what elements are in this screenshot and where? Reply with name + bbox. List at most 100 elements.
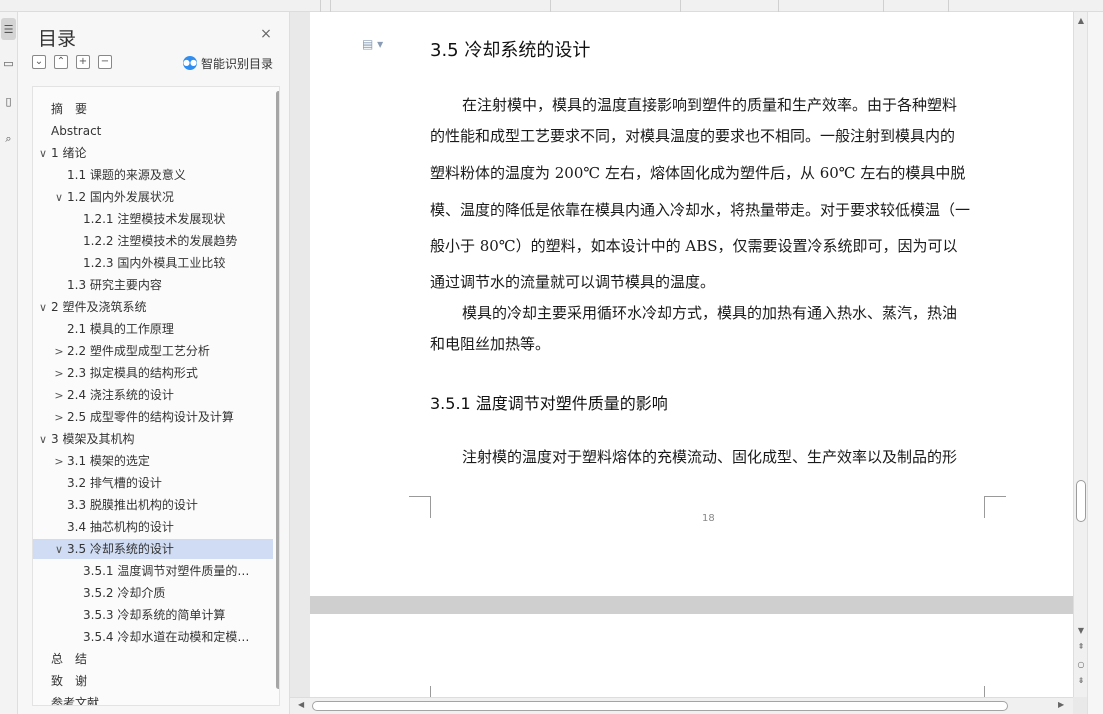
toc-item[interactable]: >2.2 塑件成型成型工艺分析: [33, 341, 273, 361]
toc-item[interactable]: ∨ 1.2 国内外发展状况: [33, 187, 273, 207]
ruler-mark: [330, 0, 331, 12]
chevron-down-icon[interactable]: ∨: [37, 144, 49, 163]
toc-list: 摘 要 Abstract ∨ 1 绪论 1.1 课题的来源及意义 ∨ 1.2 国内外发展状况…: [32, 86, 280, 706]
toc-item[interactable]: 2.1 模具的工作原理: [33, 319, 273, 339]
toc-item[interactable]: 3.4 抽芯机构的设计: [33, 517, 273, 537]
toc-item-label: 2.4 浇注系统的设计: [67, 388, 174, 402]
page-separator: [310, 596, 1073, 614]
chevron-right-icon[interactable]: >: [53, 452, 65, 471]
chevron-down-icon[interactable]: ∨: [53, 188, 65, 207]
scroll-down-icon[interactable]: ▼: [1076, 626, 1086, 635]
ruler-mark: [948, 0, 949, 12]
toc-item[interactable]: 参考文献: [33, 693, 273, 706]
document-vertical-scrollbar[interactable]: ▲ ▼ ⇞ ○ ⇟: [1073, 12, 1087, 697]
horizontal-scroll-thumb[interactable]: [312, 701, 1008, 711]
toc-item-label: 2.3 拟定模具的结构形式: [67, 366, 198, 380]
chevron-down-icon[interactable]: ∨: [37, 430, 49, 449]
scroll-up-icon[interactable]: ▲: [1076, 16, 1086, 25]
paragraph-line: 通过调节水的流量就可以调节模具的温度。: [430, 273, 716, 291]
toc-item[interactable]: 3.5.2 冷却介质: [33, 583, 273, 603]
ruler-mark: [320, 0, 321, 12]
bookmark-view-icon[interactable]: ▯: [1, 90, 16, 112]
toc-item[interactable]: ∨ 1 绪论: [33, 143, 273, 163]
ruler-mark: [550, 0, 551, 12]
scroll-left-icon[interactable]: ◀: [298, 700, 304, 709]
toc-item-label: 1.2.1 注塑模技术发展现状: [83, 212, 226, 226]
chevron-right-icon[interactable]: >: [53, 342, 65, 361]
crop-mark: [984, 686, 985, 697]
toc-item[interactable]: >3.1 模架的选定: [33, 451, 273, 471]
ruler-mark: [883, 0, 884, 12]
toc-item[interactable]: 1.2.1 注塑模技术发展现状: [33, 209, 273, 229]
scroll-right-icon[interactable]: ▶: [1058, 700, 1064, 709]
toc-item-label: 3.1 模架的选定: [67, 454, 150, 468]
toc-item-label: 摘 要: [51, 102, 88, 116]
page-number: 18: [702, 513, 715, 524]
crop-mark: [409, 496, 431, 518]
prev-page-icon[interactable]: ⇞: [1076, 642, 1086, 651]
toc-item[interactable]: 致 谢: [33, 671, 273, 691]
toc-item-label: 1.1 课题的来源及意义: [67, 168, 186, 182]
chevron-down-icon[interactable]: ∨: [53, 540, 65, 559]
pages-view-icon[interactable]: ▭: [1, 52, 16, 74]
next-page-icon[interactable]: ⇟: [1076, 676, 1086, 685]
expand-down-icon[interactable]: ⌄: [32, 55, 46, 69]
smart-recognize-button[interactable]: ●● 智能识别目录: [183, 55, 273, 71]
toc-scrollbar[interactable]: [276, 91, 279, 689]
document-area: ▤ ▾ 3.5 冷却系统的设计 在注射模中，模具的温度直接影响到塑件的质量和生产…: [290, 12, 1073, 697]
toc-item-label: 3 模架及其机构: [51, 432, 135, 446]
toc-item-label: 3.4 抽芯机构的设计: [67, 520, 174, 534]
toc-item[interactable]: 3.3 脱膜推出机构的设计: [33, 495, 273, 515]
toc-item[interactable]: Abstract: [33, 121, 273, 141]
toc-item-label: 3.5.1 温度调节对塑件质量的…: [83, 564, 250, 578]
toc-item[interactable]: ∨ 3.5 冷却系统的设计: [33, 539, 273, 559]
section-heading: 3.5 冷却系统的设计: [430, 40, 591, 61]
toc-item[interactable]: 摘 要: [33, 99, 273, 119]
toc-item[interactable]: 1.3 研究主要内容: [33, 275, 273, 295]
toc-item-label: 2.2 塑件成型成型工艺分析: [67, 344, 210, 358]
add-heading-icon[interactable]: +: [76, 55, 90, 69]
toc-item[interactable]: 1.2.3 国内外模具工业比较: [33, 253, 273, 273]
chevron-down-icon[interactable]: ∨: [37, 298, 49, 317]
paragraph-line: 模、温度的降低是依靠在模具内通入冷却水，将热量带走。对于要求较低模温（一: [430, 201, 971, 219]
document-horizontal-scrollbar[interactable]: ◀ ▶: [290, 697, 1073, 714]
toc-item[interactable]: >2.4 浇注系统的设计: [33, 385, 273, 405]
toc-item-label: 2.1 模具的工作原理: [67, 322, 174, 336]
top-ruler: [0, 0, 1103, 12]
collapse-up-icon[interactable]: ⌃: [54, 55, 68, 69]
toc-item-label: 1.2.3 国内外模具工业比较: [83, 256, 226, 270]
subsection-heading: 3.5.1 温度调节对塑件质量的影响: [430, 394, 668, 413]
remove-heading-icon[interactable]: −: [98, 55, 112, 69]
toc-item-label: 3.5.4 冷却水道在动模和定模…: [83, 630, 250, 644]
page-select-icon[interactable]: ○: [1076, 660, 1086, 669]
smart-recognize-label: 智能识别目录: [201, 56, 274, 71]
chevron-right-icon[interactable]: >: [53, 386, 65, 405]
toc-item-label: 3.3 脱膜推出机构的设计: [67, 498, 198, 512]
toc-item[interactable]: ∨ 2 塑件及浇筑系统: [33, 297, 273, 317]
ruler-mark: [778, 0, 779, 12]
toc-item-label: 参考文献: [51, 696, 100, 706]
toc-item[interactable]: 1.1 课题的来源及意义: [33, 165, 273, 185]
toc-item[interactable]: >2.3 拟定模具的结构形式: [33, 363, 273, 383]
toc-item[interactable]: 总 结: [33, 649, 273, 669]
toc-panel: 目录 × ⌄ ⌃ + − ●● 智能识别目录 摘 要 Abstract ∨ 1 绪论 1…: [18, 12, 290, 714]
scroll-thumb[interactable]: [1076, 480, 1086, 522]
toc-item[interactable]: 3.2 排气槽的设计: [33, 473, 273, 493]
toc-item-label: 3.5.3 冷却系统的简单计算: [83, 608, 226, 622]
toc-view-icon[interactable]: ☰: [1, 18, 16, 40]
toc-item[interactable]: ∨ 3 模架及其机构: [33, 429, 273, 449]
crop-mark: [430, 686, 431, 697]
toc-item[interactable]: 1.2.2 注塑模技术的发展趋势: [33, 231, 273, 251]
toc-item[interactable]: 3.5.3 冷却系统的简单计算: [33, 605, 273, 625]
chevron-right-icon[interactable]: >: [53, 408, 65, 427]
toc-item-label: 3.2 排气槽的设计: [67, 476, 162, 490]
search-icon[interactable]: ⌕: [1, 128, 16, 150]
chevron-right-icon[interactable]: >: [53, 364, 65, 383]
toc-item[interactable]: >2.5 成型零件的结构设计及计算: [33, 407, 273, 427]
toc-item-label: 1.2 国内外发展状况: [67, 190, 174, 204]
toc-item[interactable]: 3.5.4 冷却水道在动模和定模…: [33, 627, 273, 647]
toc-item[interactable]: 3.5.1 温度调节对塑件质量的…: [33, 561, 273, 581]
document-icon[interactable]: ▤ ▾: [362, 37, 383, 51]
toc-item-label: 2 塑件及浇筑系统: [51, 300, 147, 314]
close-icon[interactable]: ×: [258, 26, 274, 42]
